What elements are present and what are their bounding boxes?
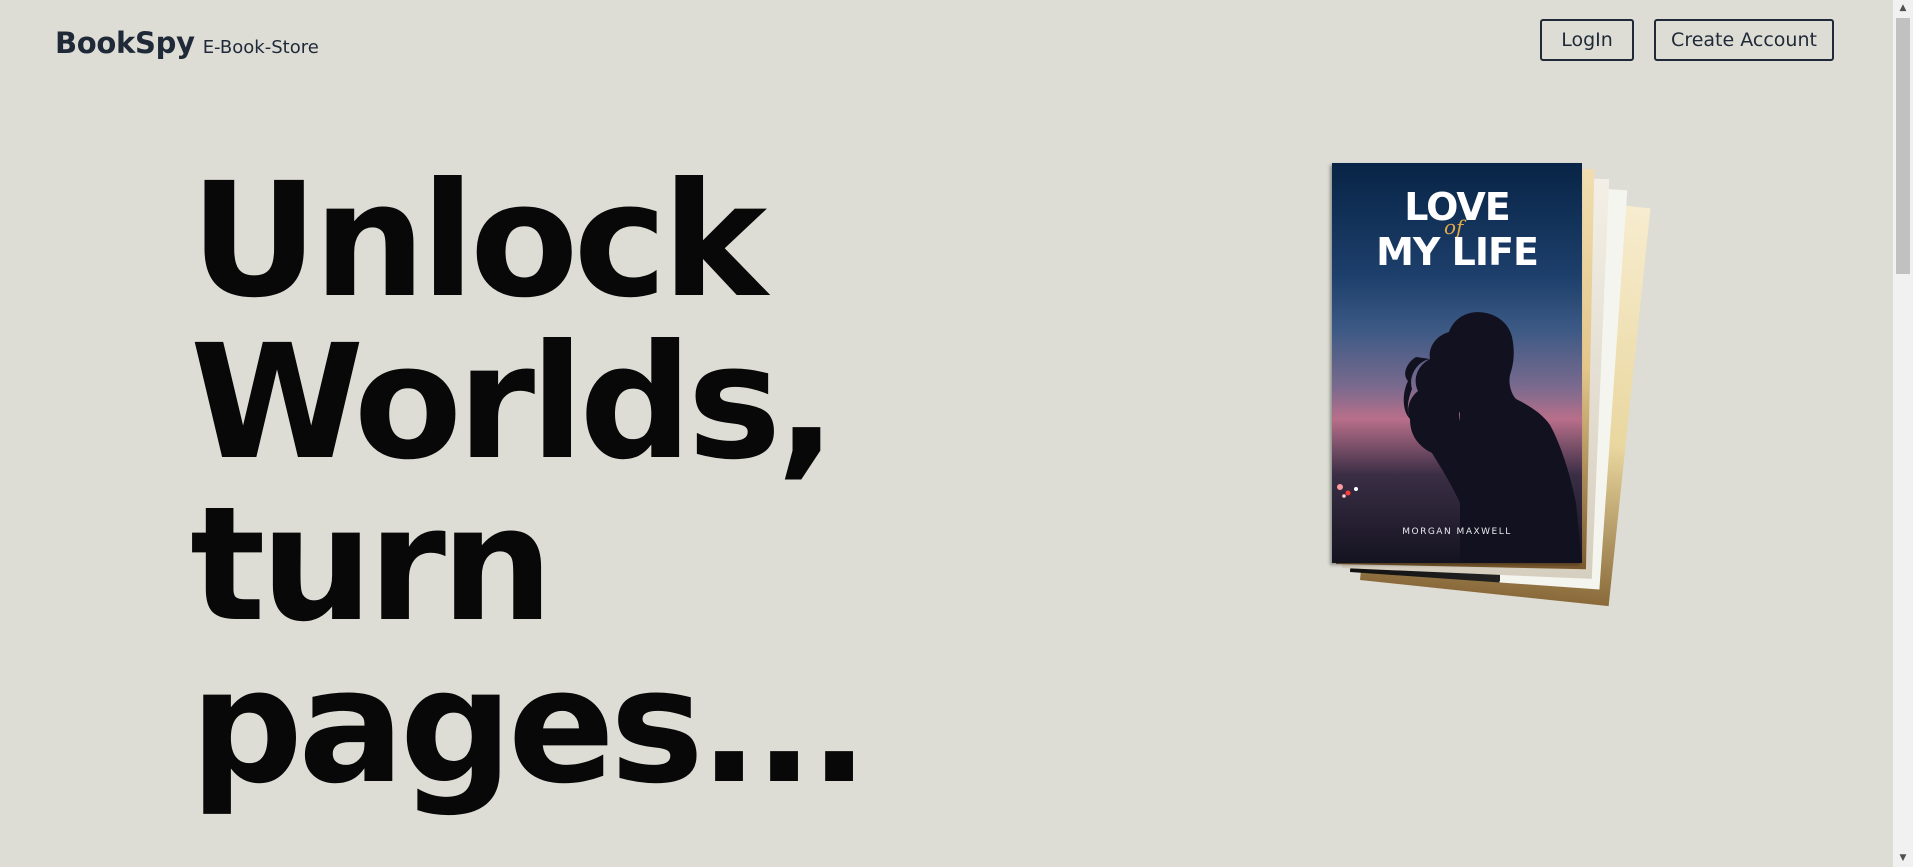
book-stack-image: LOVE of MY LIFE MORGAN MAXWELL	[1330, 160, 1670, 607]
cover-title-line2: MY LIFE	[1376, 230, 1539, 274]
create-account-button[interactable]: Create Account	[1654, 19, 1834, 61]
scrollbar-thumb[interactable]	[1896, 18, 1910, 274]
brand[interactable]: BookSpy E-Book-Store	[55, 26, 319, 60]
vertical-scrollbar[interactable]: ▲ ▼	[1893, 0, 1913, 867]
site-header: BookSpy E-Book-Store LogIn Create Accoun…	[0, 0, 1893, 90]
hero-line-1: Unlock	[190, 149, 767, 333]
hero-line-4: pages...	[190, 635, 869, 819]
scroll-down-icon[interactable]: ▼	[1893, 850, 1913, 867]
brand-tagline: E-Book-Store	[202, 37, 319, 58]
scroll-up-icon[interactable]: ▲	[1893, 0, 1913, 17]
hero-line-2: Worlds,	[190, 311, 836, 495]
cover-author: MORGAN MAXWELL	[1402, 527, 1512, 537]
featured-book-cover: LOVE of MY LIFE MORGAN MAXWELL	[1332, 163, 1582, 563]
hero-line-3: turn	[190, 473, 553, 657]
brand-name[interactable]: BookSpy	[55, 26, 195, 60]
hero-heading: Unlock Worlds, turn pages...	[190, 149, 869, 819]
login-button[interactable]: LogIn	[1540, 19, 1634, 61]
